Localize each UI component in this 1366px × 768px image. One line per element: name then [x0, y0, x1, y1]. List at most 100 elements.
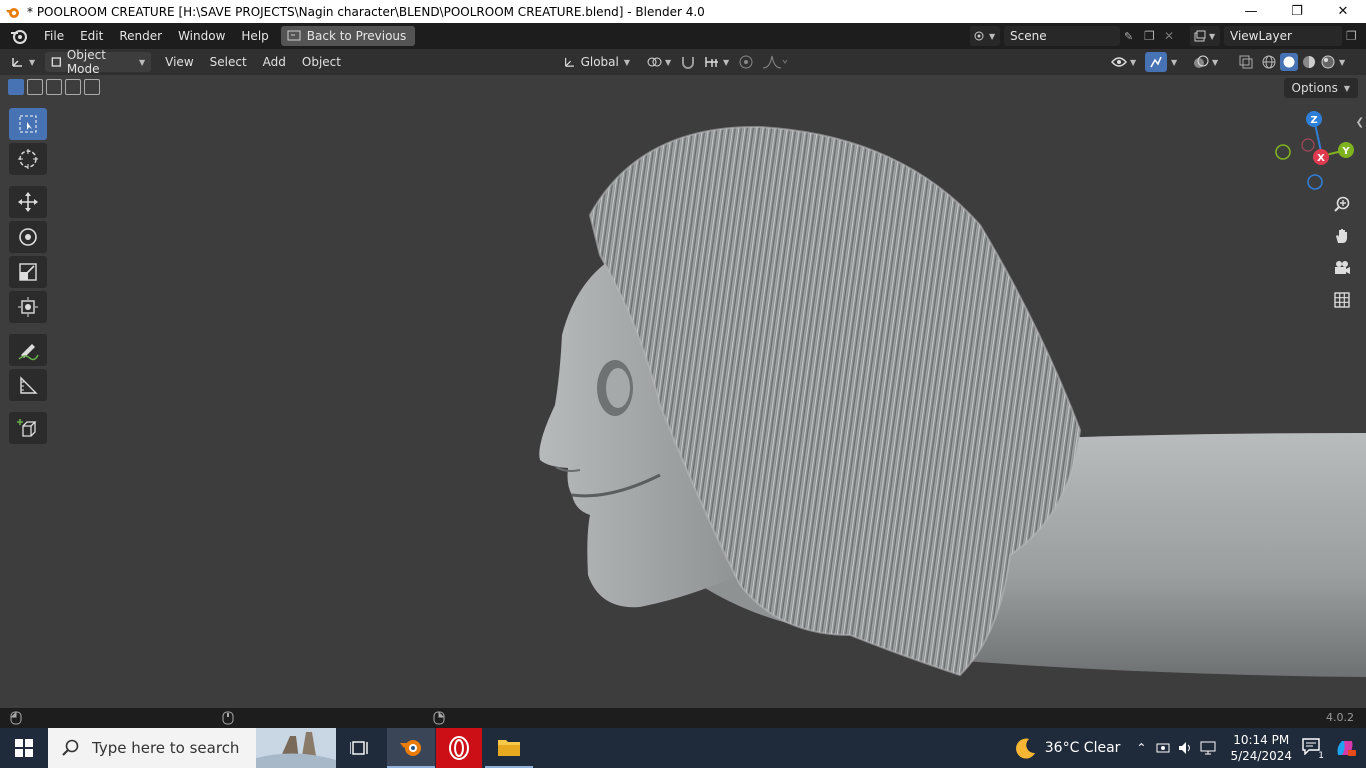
hand-icon	[1336, 229, 1347, 243]
camera-icon	[1335, 261, 1350, 274]
tool-annotate[interactable]	[9, 334, 47, 366]
menu-window[interactable]: Window	[170, 25, 233, 47]
scene-name: Scene	[1010, 29, 1047, 43]
weather-label[interactable]: 36°C Clear	[1045, 740, 1121, 756]
menu-edit[interactable]: Edit	[72, 25, 111, 47]
tool-add-cube[interactable]	[9, 412, 47, 444]
shading-options-chevron-icon[interactable]: ▼	[1339, 58, 1345, 67]
visibility-dropdown[interactable]: ▼	[1111, 56, 1136, 68]
menu-add[interactable]: Add	[255, 51, 294, 73]
shading-mode-group: ▼	[1261, 53, 1345, 71]
menu-view[interactable]: View	[157, 51, 201, 73]
mode-dropdown[interactable]: Object Mode ▼	[45, 48, 152, 76]
taskbar-file-explorer-app[interactable]	[485, 728, 533, 768]
taskbar-opera-app[interactable]	[436, 728, 482, 768]
windows-logo-icon	[15, 739, 33, 757]
tool-cursor[interactable]	[9, 143, 47, 175]
blender-statusbar: 4.0.2	[0, 708, 1366, 728]
tool-transform[interactable]	[9, 291, 47, 323]
xray-toggle-icon[interactable]	[1238, 54, 1254, 70]
snap-target-dropdown[interactable]: ▼	[704, 55, 729, 69]
back-to-previous-button[interactable]: Back to Previous	[280, 26, 416, 46]
scene-type-dropdown[interactable]: ▼	[970, 26, 1000, 46]
new-scene-icon[interactable]: ❐	[1144, 29, 1160, 43]
navigation-gizmo[interactable]: Z Y X	[1270, 109, 1360, 199]
camera-view-button[interactable]	[1329, 256, 1355, 280]
gizmo-toggle-button[interactable]	[1145, 52, 1167, 72]
tool-measure[interactable]	[9, 369, 47, 401]
delete-scene-icon[interactable]: ✕	[1164, 29, 1180, 43]
restore-button[interactable]: ❐	[1274, 0, 1320, 23]
scene-name-field[interactable]: Scene	[1004, 26, 1120, 46]
start-button[interactable]	[0, 728, 48, 768]
blender-logo-icon[interactable]	[9, 26, 29, 46]
taskbar-blender-app[interactable]	[387, 728, 435, 768]
sidebar-toggle-chevron-icon[interactable]: ❮	[1356, 117, 1364, 128]
task-view-button[interactable]	[336, 728, 384, 768]
solid-shading-button[interactable]	[1280, 53, 1298, 71]
neg-x-axis-handle[interactable]	[1301, 138, 1315, 152]
clock-time: 10:14 PM	[1233, 733, 1290, 747]
rendered-shading-icon[interactable]	[1320, 54, 1336, 70]
pan-button[interactable]	[1329, 224, 1355, 248]
snapping-group: ▼	[680, 54, 729, 70]
notification-center-button[interactable]: 1	[1302, 737, 1324, 761]
viewlayer-name-field[interactable]: ViewLayer	[1224, 26, 1342, 46]
x-axis-label: X	[1317, 153, 1325, 164]
snap-magnet-icon[interactable]	[680, 54, 696, 70]
show-hidden-icons-chevron-icon[interactable]: ⌃	[1136, 741, 1146, 755]
editor-type-dropdown[interactable]: ▼	[10, 55, 35, 69]
menu-render[interactable]: Render	[111, 25, 170, 47]
transform-orientation-dropdown[interactable]: Global ▼	[558, 52, 636, 72]
viewlayer-type-dropdown[interactable]: ▼	[1190, 26, 1220, 46]
pin-icon[interactable]: ✎	[1124, 30, 1140, 43]
meet-now-icon[interactable]	[1156, 741, 1170, 755]
taskbar-search-box[interactable]: Type here to search	[48, 728, 336, 768]
orientation-label: Global	[580, 55, 619, 69]
perspective-toggle-button[interactable]	[1329, 288, 1355, 312]
overlays-dropdown[interactable]: ▼	[1193, 54, 1218, 70]
scale-icon	[19, 263, 37, 281]
tool-select-box[interactable]	[9, 108, 47, 140]
close-button[interactable]: ✕	[1320, 0, 1366, 23]
pivot-point-dropdown[interactable]: ▼	[646, 54, 671, 70]
copilot-icon[interactable]	[1334, 737, 1356, 759]
volume-icon[interactable]	[1178, 741, 1192, 755]
mode-label: Object Mode	[66, 48, 106, 76]
cursor-icon	[18, 149, 38, 169]
chevron-down-icon: ▼	[723, 57, 730, 67]
menu-select[interactable]: Select	[202, 51, 255, 73]
taskbar-clock[interactable]: 10:14 PM 5/24/2024	[1230, 732, 1292, 764]
gizmo-icon	[1150, 56, 1162, 68]
network-icon[interactable]	[1200, 741, 1216, 755]
measure-ruler-icon	[20, 376, 38, 394]
menu-file[interactable]: File	[36, 25, 72, 47]
character-model-render[interactable]	[0, 75, 1366, 708]
material-preview-icon[interactable]	[1301, 54, 1317, 70]
tool-scale[interactable]	[9, 256, 47, 288]
tool-move[interactable]	[9, 186, 47, 218]
grid-icon	[1334, 292, 1350, 308]
3d-viewport[interactable]: Options ▼ Z Y X ❮	[0, 75, 1366, 708]
z-axis-label: Z	[1310, 115, 1317, 126]
menu-help[interactable]: Help	[233, 25, 276, 47]
object-mode-icon	[51, 57, 62, 67]
mouse-left-icon	[10, 711, 22, 725]
add-cube-icon	[17, 419, 37, 437]
neg-z-axis-handle[interactable]	[1307, 174, 1323, 190]
falloff-curve-icon[interactable]	[762, 54, 788, 70]
proportional-edit-icon[interactable]	[738, 54, 754, 70]
minimize-button[interactable]: —	[1228, 0, 1274, 23]
wireframe-shading-icon[interactable]	[1261, 54, 1277, 70]
menu-object[interactable]: Object	[294, 51, 349, 73]
viewport-navigation-buttons	[1329, 192, 1355, 312]
new-viewlayer-icon[interactable]: ❐	[1346, 29, 1362, 43]
chevron-down-icon: ▼	[1212, 57, 1219, 67]
tool-rotate[interactable]	[9, 221, 47, 253]
gizmo-options-chevron-icon[interactable]: ▼	[1171, 58, 1177, 67]
neg-y-axis-handle[interactable]	[1275, 144, 1291, 160]
chevron-down-icon: ▼	[1130, 57, 1137, 67]
viewlayer-name: ViewLayer	[1230, 29, 1292, 43]
zoom-button[interactable]	[1329, 192, 1355, 216]
viewport-header: ▼ Object Mode ▼ View Select Add Object G…	[0, 48, 1366, 76]
